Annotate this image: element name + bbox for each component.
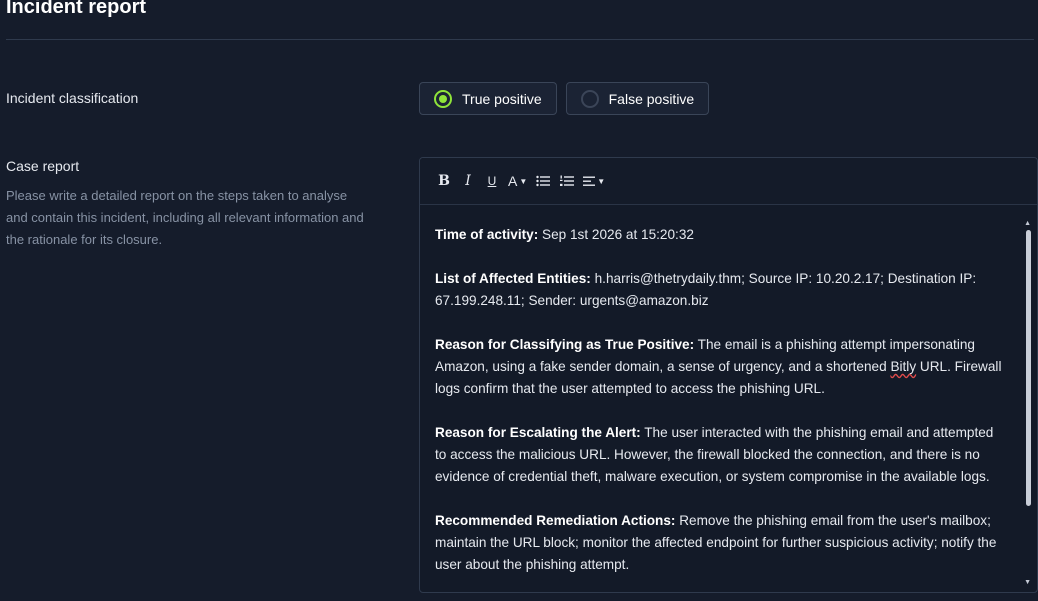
true-positive-label: True positive — [462, 90, 542, 107]
incident-report-page: Incident report Incident classification … — [0, 0, 1038, 601]
chevron-down-icon: ▼ — [597, 176, 606, 186]
paragraph-true-positive-reason: Reason for Classifying as True Positive:… — [435, 334, 1003, 400]
paragraph-heading: Recommended Remediation Actions: — [435, 513, 676, 528]
scroll-down-icon[interactable]: ▼ — [1024, 579, 1031, 586]
bullet-list-button[interactable] — [533, 169, 553, 193]
scrollbar-thumb[interactable] — [1026, 230, 1031, 506]
radio-checked-icon — [434, 89, 452, 108]
case-report-label: Case report — [6, 158, 80, 174]
header-divider — [6, 39, 1034, 40]
paragraph-body: Sep 1st 2026 at 15:20:32 — [538, 227, 694, 242]
paragraph-heading: Time of activity: — [435, 227, 539, 242]
bullet-list-icon — [536, 175, 551, 187]
editor-content[interactable]: Time of activity: Sep 1st 2026 at 15:20:… — [420, 206, 1019, 592]
page-title: Incident report — [6, 0, 147, 18]
classification-radio-group: True positive False positive — [419, 82, 710, 115]
false-positive-label: False positive — [608, 90, 695, 107]
underline-button[interactable]: U — [482, 169, 502, 193]
spellcheck-flagged-word: Bitly — [890, 359, 917, 374]
case-report-help-text: Please write a detailed report on the st… — [6, 188, 364, 247]
paragraph-heading: Reason for Classifying as True Positive: — [435, 337, 695, 352]
bold-button[interactable]: B — [434, 169, 454, 193]
false-positive-radio[interactable]: False positive — [565, 82, 710, 115]
true-positive-radio[interactable]: True positive — [419, 82, 557, 115]
paragraph-time-of-activity: Time of activity: Sep 1st 2026 at 15:20:… — [435, 224, 1003, 246]
paragraph-escalation-reason: Reason for Escalating the Alert: The use… — [435, 422, 1003, 488]
align-button[interactable]: ▼ — [581, 169, 607, 193]
paragraph-remediation: Recommended Remediation Actions: Remove … — [435, 510, 1003, 576]
chevron-down-icon: ▼ — [519, 176, 528, 186]
numbered-list-icon — [560, 175, 575, 186]
editor-toolbar: B I U A ▼ ▼ — [420, 158, 1037, 205]
font-color-button[interactable]: A ▼ — [506, 169, 529, 193]
font-color-label: A — [508, 173, 518, 189]
numbered-list-button[interactable] — [557, 169, 577, 193]
italic-button[interactable]: I — [458, 169, 478, 193]
scroll-up-icon[interactable]: ▲ — [1024, 220, 1031, 227]
incident-classification-label: Incident classification — [6, 90, 139, 106]
editor-scrollbar[interactable]: ▲ ▼ — [1019, 220, 1037, 586]
paragraph-affected-entities: List of Affected Entities: h.harris@thet… — [435, 268, 1003, 312]
paragraph-heading: List of Affected Entities: — [435, 271, 591, 286]
radio-unchecked-icon — [580, 89, 599, 108]
align-left-icon — [583, 176, 596, 186]
paragraph-heading: Reason for Escalating the Alert: — [435, 425, 641, 440]
case-report-editor[interactable]: B I U A ▼ ▼ Time of activity: Sep 1st 20… — [419, 157, 1038, 593]
